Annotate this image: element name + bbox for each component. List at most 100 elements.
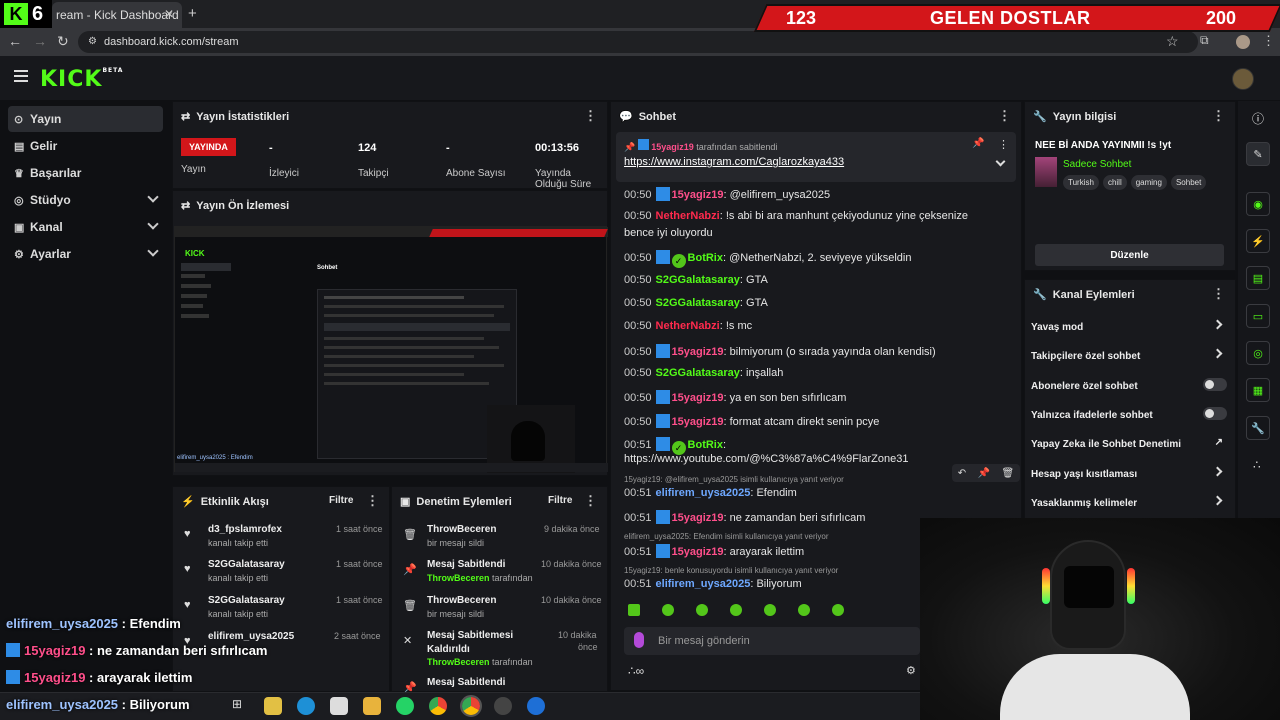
chat-username[interactable]: 15yagiz19 xyxy=(672,189,724,201)
kick-logo[interactable]: KICKBETA xyxy=(40,67,123,92)
chat-username[interactable]: NetherNabzi xyxy=(656,320,720,332)
chat-username[interactable]: BotRix xyxy=(688,252,723,264)
slow-mode-row[interactable]: Yavaş mod xyxy=(1031,319,1227,333)
sidebar-item-gelir[interactable]: ▤ Gelir xyxy=(8,133,163,159)
emote-icon[interactable] xyxy=(628,604,640,616)
activity-menu-icon[interactable]: ⋮ xyxy=(366,493,379,509)
emotes-only-toggle[interactable] xyxy=(1203,407,1227,420)
chrome-active-icon[interactable] xyxy=(460,695,482,717)
profile-icon[interactable] xyxy=(1236,35,1250,49)
subs-only-toggle[interactable] xyxy=(1203,378,1227,391)
back-icon[interactable]: ← xyxy=(8,33,22,49)
stream-preview-video[interactable]: KICK Sohbet elifirem_uysa2025 : Efendim xyxy=(174,226,608,473)
capture-icon[interactable]: ◉ xyxy=(1246,192,1270,216)
emote-icon[interactable] xyxy=(696,604,708,616)
chat-message[interactable]: 00:51 15yagiz19: arayarak ilettim xyxy=(624,544,804,558)
microphone-icon[interactable] xyxy=(634,632,644,648)
banned-words-row[interactable]: Yasaklanmış kelimeler xyxy=(1031,495,1227,509)
info-icon[interactable]: ⓘ xyxy=(1252,110,1264,127)
reload-icon[interactable]: ↻ xyxy=(57,33,69,50)
hamburger-menu-icon[interactable] xyxy=(14,70,28,82)
browser-menu-icon[interactable]: ⋮ xyxy=(1262,33,1275,49)
chat-username[interactable]: 15yagiz19 xyxy=(672,546,724,558)
pencil-icon[interactable]: ✎ xyxy=(1246,142,1270,166)
chevron-down-icon[interactable] xyxy=(995,156,1006,167)
chat-username[interactable]: NetherNabzi xyxy=(656,210,720,222)
chat-menu-icon[interactable]: ⋮ xyxy=(998,108,1011,124)
chat-message[interactable]: 00:51 15yagiz19: ne zamandan beri sıfırlı… xyxy=(624,510,865,524)
folder-icon[interactable] xyxy=(363,697,381,715)
emote-icon[interactable] xyxy=(662,604,674,616)
followers-only-row[interactable]: Takipçilere özel sohbet xyxy=(1031,348,1227,362)
ai-moderation-row[interactable]: Yapay Zeka ile Sohbet Denetimi ↗ xyxy=(1031,437,1227,450)
pinned-link[interactable]: https://www.instagram.com/Caglarozkaya43… xyxy=(624,156,844,168)
emote-icon[interactable] xyxy=(832,604,844,616)
chat-message[interactable]: 00:50 15yagiz19: ya en son ben sıfırlıcam xyxy=(624,390,846,404)
stats-menu-icon[interactable]: ⋮ xyxy=(584,108,597,124)
chat-username[interactable]: S2GGalatasaray xyxy=(656,274,740,286)
chrome-icon[interactable] xyxy=(429,697,447,715)
chat-username[interactable]: elifirem_uysa2025 xyxy=(656,487,751,499)
emote-icon[interactable] xyxy=(798,604,810,616)
document-icon[interactable]: ▤ xyxy=(1246,266,1270,290)
chat-username[interactable]: S2GGalatasaray xyxy=(656,297,740,309)
browser-tab[interactable]: ream - Kick Dashboard ✕ xyxy=(52,2,182,28)
account-age-row[interactable]: Hesap yaşı kısıtlaması xyxy=(1031,466,1227,480)
forward-icon[interactable]: → xyxy=(33,33,47,49)
app-icon[interactable] xyxy=(330,697,348,715)
chat-message[interactable]: https://www.youtube.com/@%C3%87a%C4%9Fla… xyxy=(624,453,908,465)
chat-message[interactable]: 00:50 15yagiz19: @elifirem_uysa2025 xyxy=(624,187,830,201)
chat-message[interactable]: 00:51 elifirem_uysa2025: Efendim xyxy=(624,487,797,499)
chat-username[interactable]: BotRix xyxy=(688,439,723,451)
bolt-icon[interactable]: ⚡ xyxy=(1246,229,1270,253)
whatsapp-icon[interactable] xyxy=(396,697,414,715)
obs-icon[interactable] xyxy=(494,697,512,715)
app-icon[interactable] xyxy=(527,697,545,715)
sidebar-item-studyo[interactable]: ◎ Stüdyo xyxy=(8,187,163,213)
chat-username[interactable]: S2GGalatasaray xyxy=(656,367,740,379)
edge-icon[interactable] xyxy=(297,697,315,715)
chat-message[interactable]: 00:50 15yagiz19: format atcam direkt seni… xyxy=(624,414,879,428)
chat-username[interactable]: 15yagiz19 xyxy=(672,416,724,428)
chat-input[interactable]: Bir mesaj gönderin xyxy=(624,627,920,655)
emote-icon[interactable] xyxy=(730,604,742,616)
unpin-button-icon[interactable]: 📌 xyxy=(972,138,984,149)
site-info-icon[interactable]: ⚙ xyxy=(88,36,97,47)
broadcast-icon[interactable]: ◎ xyxy=(1246,341,1270,365)
channel-actions-menu-icon[interactable]: ⋮ xyxy=(1212,286,1225,302)
wrench-icon[interactable]: 🔧 xyxy=(1246,416,1270,440)
chat-message[interactable]: 00:50 NetherNabzi: !s mc xyxy=(624,320,752,332)
tab-close-icon[interactable]: ✕ xyxy=(164,7,174,21)
chat-message[interactable]: 00:50 S2GGalatasaray: GTA xyxy=(624,297,768,309)
moderation-filter-button[interactable]: Filtre xyxy=(548,495,572,506)
more-icon[interactable]: ∴ xyxy=(1253,458,1261,472)
chat-settings-icon[interactable]: ⚙ xyxy=(906,664,916,677)
chat-message[interactable]: bence iyi oluyordu xyxy=(624,227,713,239)
category-name[interactable]: Sadece Sohbet xyxy=(1063,159,1131,170)
bookmark-star-icon[interactable]: ☆ xyxy=(1166,33,1179,50)
new-tab-button[interactable]: + xyxy=(188,5,197,22)
sidebar-item-basarilar[interactable]: ♛ Başarılar xyxy=(8,160,163,186)
chat-message[interactable]: 00:50 ✓ BotRix: @NetherNabzi, 2. seviyeye … xyxy=(624,250,911,268)
reply-icon[interactable]: ↶ xyxy=(958,468,966,479)
avatar[interactable] xyxy=(1232,68,1254,90)
moderation-menu-icon[interactable]: ⋮ xyxy=(584,493,597,509)
sidebar-item-yayin[interactable]: ⊙ Yayın xyxy=(8,106,163,132)
chat-username[interactable]: elifirem_uysa2025 xyxy=(656,578,751,590)
layout-icon[interactable]: ▦ xyxy=(1246,378,1270,402)
chat-username[interactable]: 15yagiz19 xyxy=(672,346,724,358)
pin-icon[interactable]: 📌 xyxy=(978,468,990,479)
chat-message[interactable]: 00:50 S2GGalatasaray: GTA xyxy=(624,274,768,286)
emote-icon[interactable] xyxy=(764,604,776,616)
chat-message[interactable]: 00:50 NetherNabzi: !s abi bi ara manhunt … xyxy=(624,210,968,222)
task-view-icon[interactable]: ⊞ xyxy=(232,697,250,715)
delete-icon[interactable]: 🗑 xyxy=(1002,468,1015,479)
chat-bubble-icon[interactable]: ▭ xyxy=(1246,304,1270,328)
stream-info-menu-icon[interactable]: ⋮ xyxy=(1212,108,1225,124)
url-field[interactable]: dashboard.kick.com/stream xyxy=(78,31,1198,53)
chat-message[interactable]: 00:51 elifirem_uysa2025: Biliyorum xyxy=(624,578,802,590)
pinned-menu-icon[interactable]: ⋮ xyxy=(998,138,1009,151)
sidebar-item-kanal[interactable]: ▣ Kanal xyxy=(8,214,163,240)
chat-username[interactable]: 15yagiz19 xyxy=(672,512,724,524)
extensions-icon[interactable]: ⧉ xyxy=(1200,33,1209,48)
